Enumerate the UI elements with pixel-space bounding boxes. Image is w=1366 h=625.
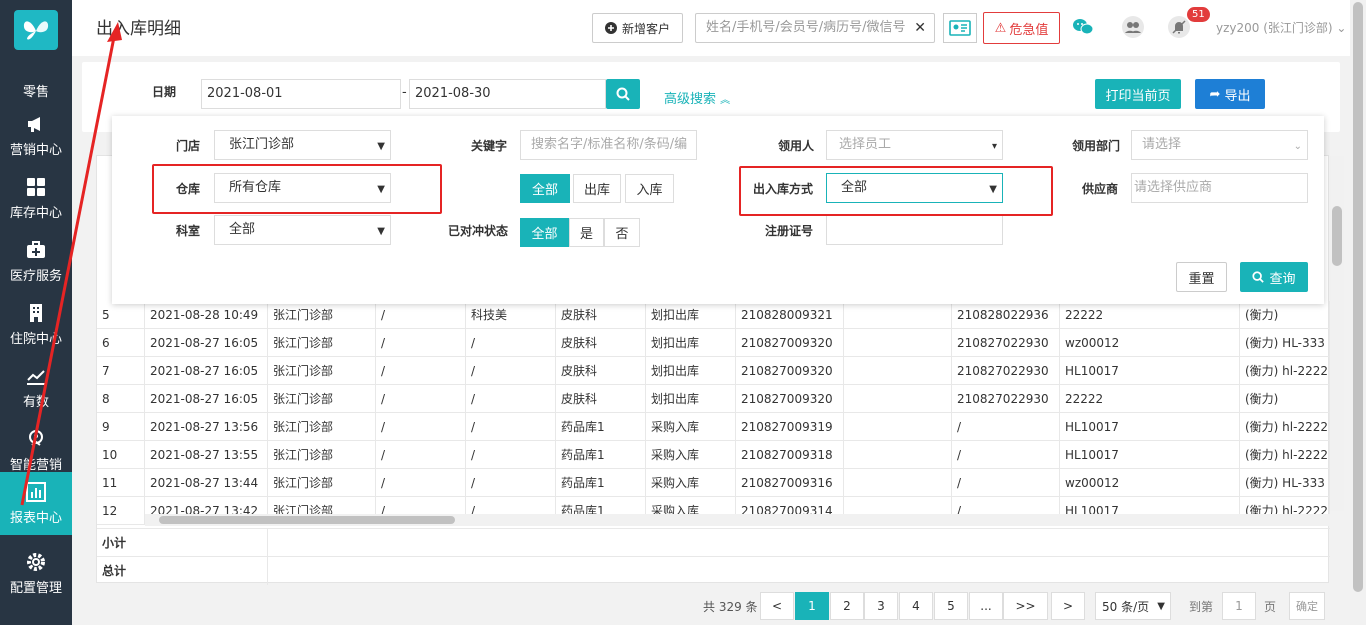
annotation-arrow [20,22,122,506]
